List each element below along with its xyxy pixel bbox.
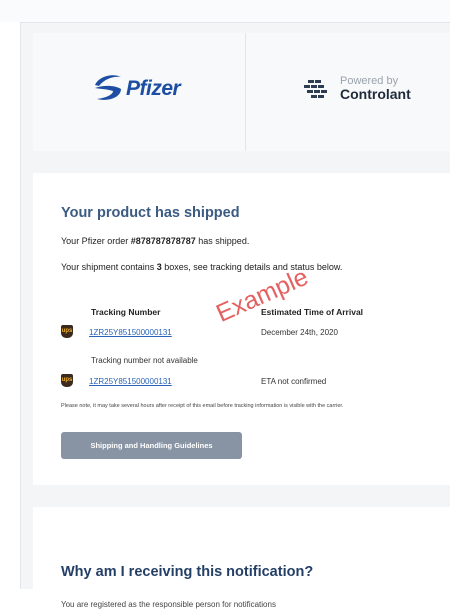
controlant-logo-cell: Powered by Controlant bbox=[246, 33, 450, 151]
shipping-guidelines-button[interactable]: Shipping and Handling Guidelines bbox=[61, 432, 242, 459]
controlant-logo-icon bbox=[304, 80, 327, 98]
tracking-unavailable: Tracking number not available bbox=[91, 356, 198, 365]
eta-column-header: Estimated Time of Arrival bbox=[261, 307, 364, 317]
ups-icon: ups bbox=[61, 325, 73, 338]
email-body: Pfizer Powered by Controlant Your produc… bbox=[20, 22, 450, 611]
boxes-line: Your shipment contains 3 boxes, see trac… bbox=[61, 261, 411, 273]
shipment-card: Your product has shipped Your Pfizer ord… bbox=[33, 173, 450, 485]
boxes-suffix: boxes, see tracking details and status b… bbox=[161, 262, 343, 272]
tracking-note: Please note, it may take several hours a… bbox=[61, 403, 344, 409]
ups-icon: ups bbox=[61, 374, 73, 387]
pfizer-logo-cell: Pfizer bbox=[33, 33, 246, 151]
why-text: You are registered as the responsible pe… bbox=[61, 600, 276, 609]
logo-header: Pfizer Powered by Controlant bbox=[33, 33, 450, 151]
order-suffix: has shipped. bbox=[195, 236, 250, 246]
eta-value: December 24th, 2020 bbox=[261, 328, 338, 337]
why-card: Why am I receiving this notification? Yo… bbox=[33, 507, 450, 611]
tracking-link[interactable]: 1ZR25Y851500000131 bbox=[89, 328, 172, 337]
shipment-heading: Your product has shipped bbox=[61, 205, 240, 221]
pfizer-logo-icon bbox=[95, 75, 121, 100]
top-bar bbox=[0, 0, 450, 22]
order-number: #878787878787 bbox=[130, 236, 196, 246]
tracking-column-header: Tracking Number bbox=[91, 307, 161, 317]
pfizer-logo-text: Pfizer bbox=[126, 77, 181, 100]
why-heading: Why am I receiving this notification? bbox=[61, 564, 314, 580]
tracking-link[interactable]: 1ZR25Y851500000131 bbox=[89, 377, 172, 386]
controlant-name: Controlant bbox=[340, 86, 411, 102]
order-prefix: Your Pfizer order bbox=[61, 236, 131, 246]
eta-value: ETA not confirmed bbox=[261, 377, 327, 386]
boxes-prefix: Your shipment contains bbox=[61, 262, 157, 272]
order-line: Your Pfizer order #878787878787 has ship… bbox=[61, 236, 249, 246]
